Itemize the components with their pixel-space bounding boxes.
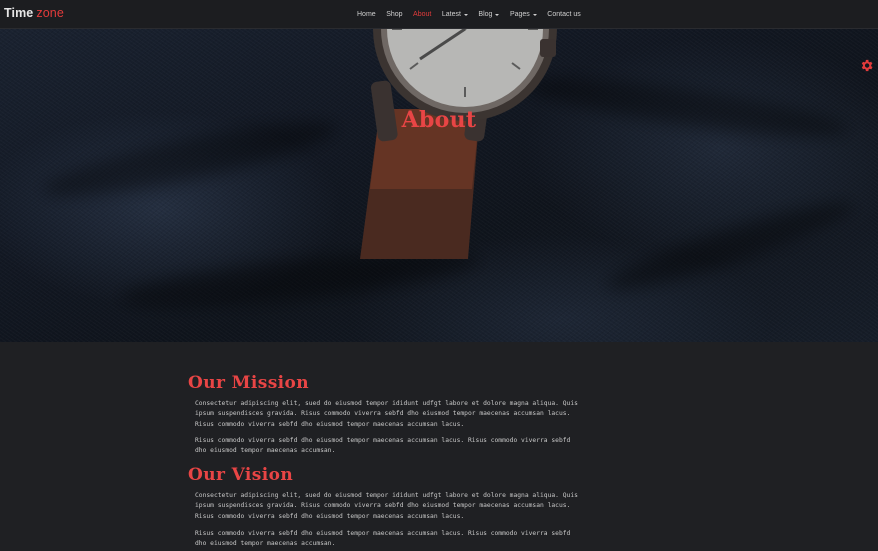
nav-label: Shop bbox=[386, 11, 403, 18]
nav-item-shop[interactable]: Shop bbox=[386, 11, 402, 18]
hero-banner: About bbox=[0, 29, 878, 342]
top-navbar: Time zone Home Shop About Latest Blog Pag… bbox=[0, 0, 878, 29]
nav-item-home[interactable]: Home bbox=[357, 11, 376, 18]
nav-item-pages[interactable]: Pages bbox=[510, 11, 537, 18]
caret-down-icon bbox=[463, 14, 468, 16]
caret-down-icon bbox=[532, 14, 537, 16]
nav-label: About bbox=[413, 11, 432, 18]
vision-paragraph-2: Risus commodo viverra sebfd dho eiusmod … bbox=[195, 530, 571, 548]
nav-label: Pages bbox=[509, 11, 530, 18]
about-content: Our Mission Consectetur adipiscing elit,… bbox=[0, 342, 878, 551]
brand-text-zone: zone bbox=[36, 6, 64, 20]
caret-down-icon bbox=[495, 14, 500, 16]
page-title: About bbox=[401, 107, 477, 133]
nav-item-about[interactable]: About bbox=[413, 11, 431, 18]
mission-paragraph-1: Consectetur adipiscing elit, sued do eiu… bbox=[195, 400, 578, 428]
mission-paragraph-2: Risus commodo viverra sebfd dho eiusmod … bbox=[195, 437, 571, 455]
nav-item-latest[interactable]: Latest bbox=[442, 11, 468, 18]
brand-logo[interactable]: Time zone bbox=[4, 6, 64, 20]
main-nav: Home Shop About Latest Blog Pages Contac… bbox=[357, 0, 591, 29]
brand-text-time: Time bbox=[4, 6, 34, 20]
nav-label: Contact us bbox=[547, 11, 581, 18]
nav-item-blog[interactable]: Blog bbox=[478, 11, 500, 18]
mission-heading: Our Mission bbox=[188, 373, 310, 393]
gear-icon[interactable] bbox=[859, 58, 874, 73]
vision-heading: Our Vision bbox=[188, 465, 294, 485]
nav-item-contact[interactable]: Contact us bbox=[547, 11, 580, 18]
nav-label: Latest bbox=[441, 11, 461, 18]
wristwatch-image bbox=[360, 29, 557, 259]
vision-paragraph-1: Consectetur adipiscing elit, sued do eiu… bbox=[195, 492, 578, 520]
nav-label: Home bbox=[357, 11, 376, 18]
nav-label: Blog bbox=[478, 11, 493, 18]
